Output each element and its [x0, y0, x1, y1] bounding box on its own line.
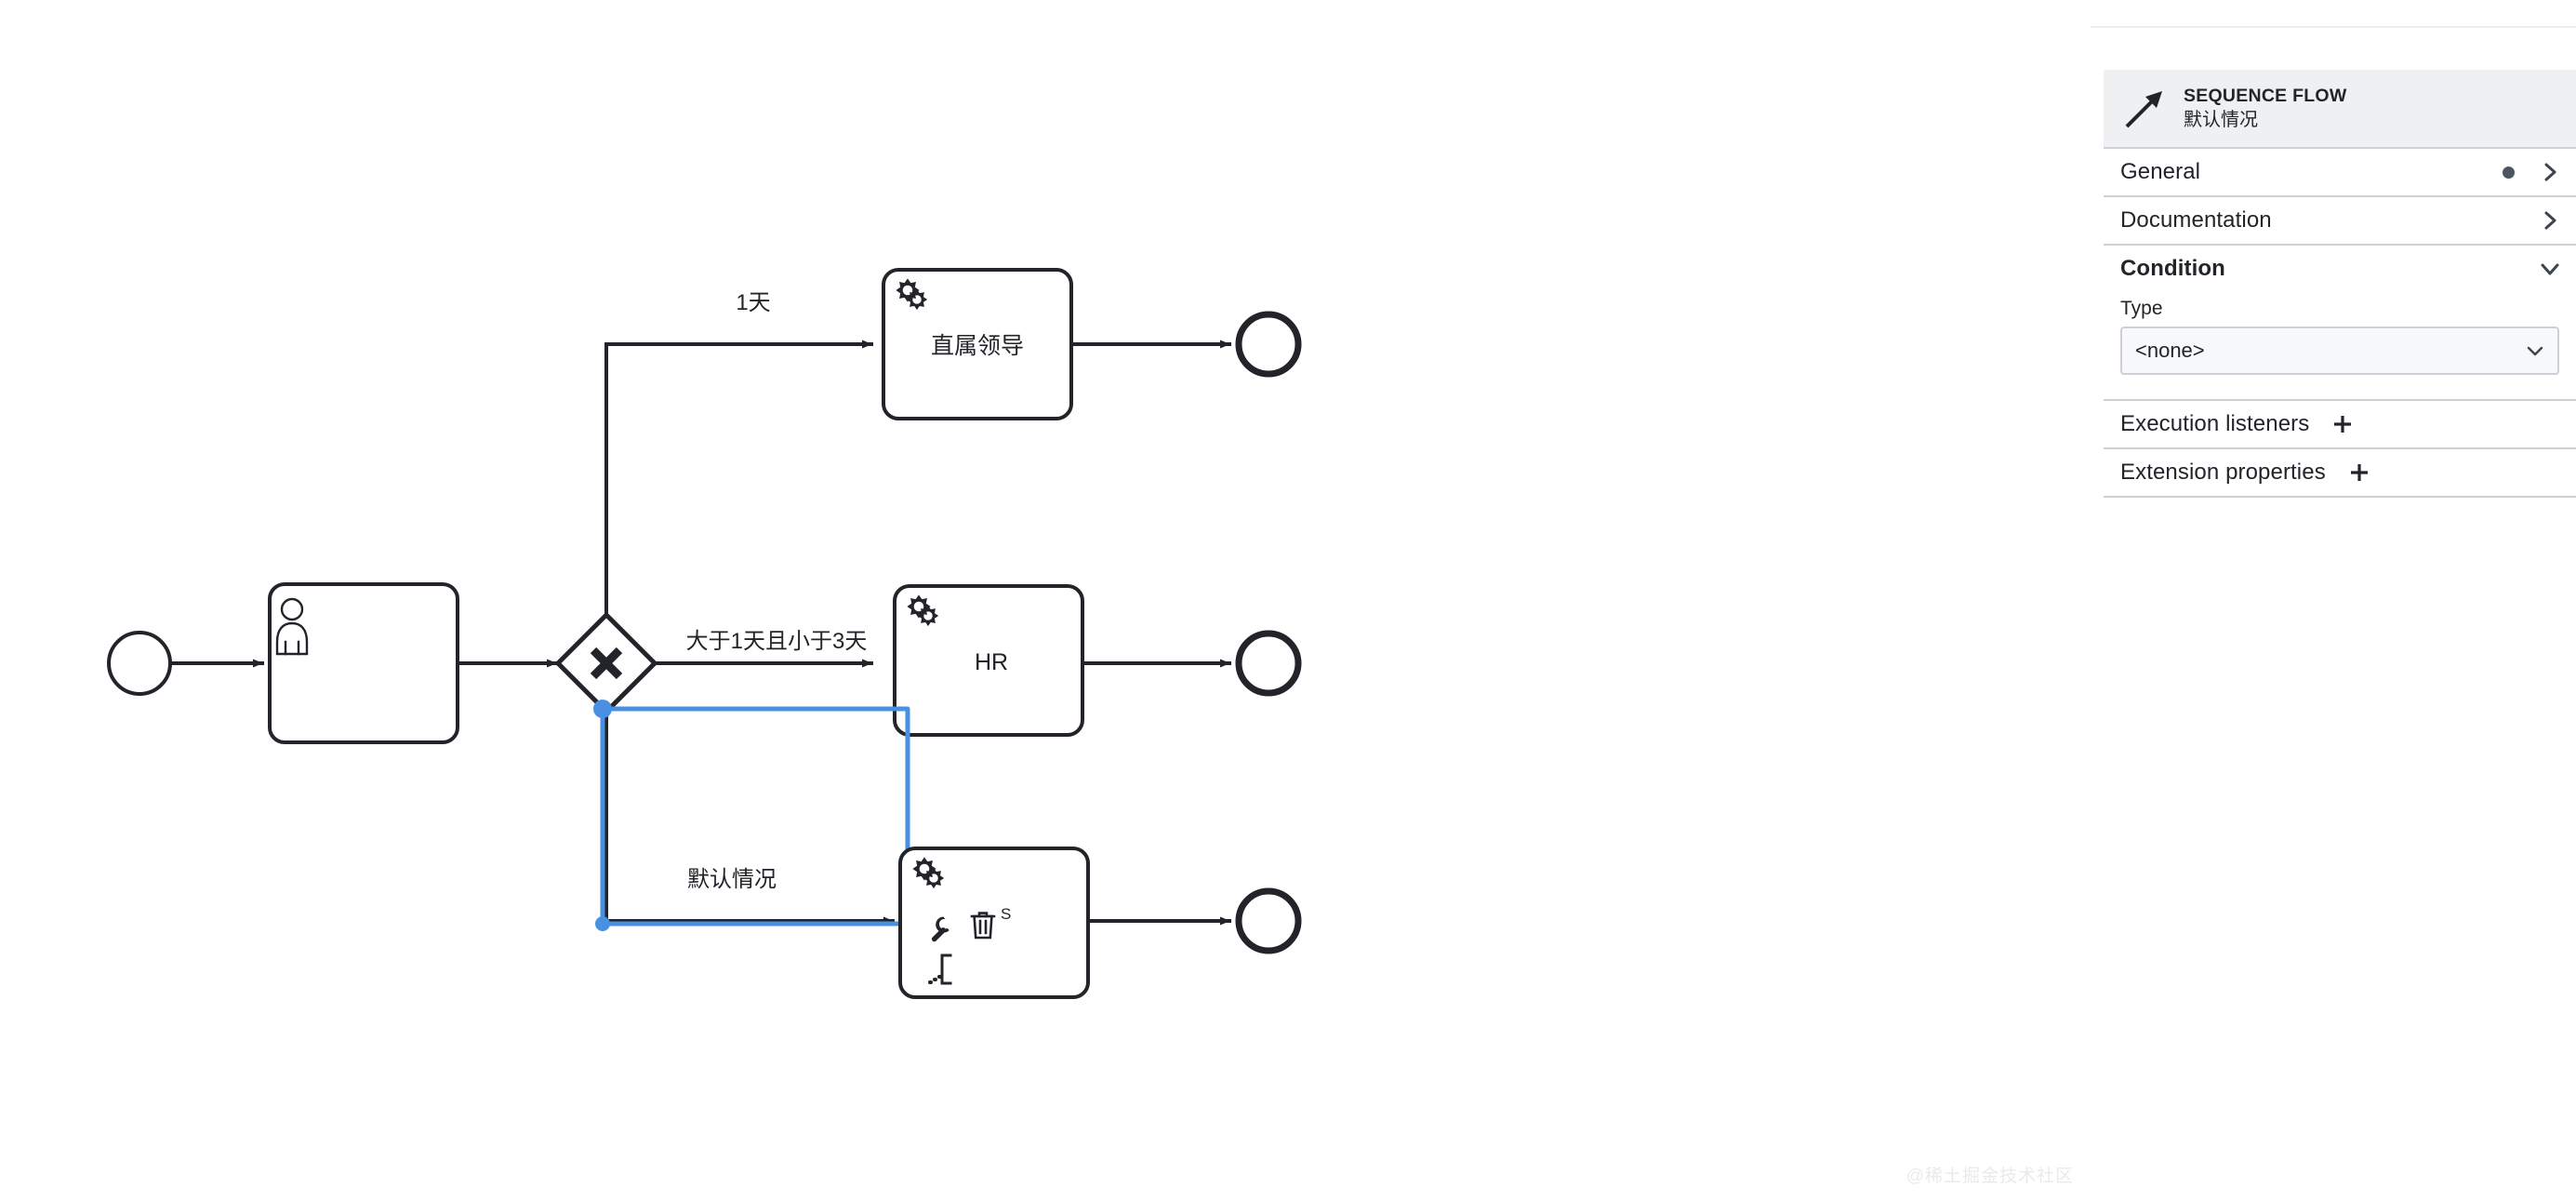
add-extension-property-button[interactable] [2348, 461, 2370, 484]
flow-label-top: 1天 [736, 290, 770, 315]
end-event-top [1235, 311, 1302, 378]
end-event-bottom [1235, 887, 1302, 954]
chevron-right-icon [2541, 211, 2559, 230]
panel-group-general[interactable]: General [2104, 147, 2576, 195]
condition-type-value: <none> [2135, 339, 2205, 362]
condition-type-select-wrap[interactable]: <none> [2120, 327, 2559, 375]
panel-group-extension-properties-label: Extension properties [2120, 460, 2326, 485]
panel-group-execution-listeners-label: Execution listeners [2120, 411, 2310, 436]
end-event-mid [1235, 630, 1302, 697]
selection-handle-bottom-left [595, 916, 610, 931]
flow-label-bottom: 默认情况 [687, 867, 777, 892]
panel-group-extension-properties[interactable]: Extension properties [2104, 447, 2576, 496]
context-pad-trash-badge: S [1001, 905, 1011, 923]
panel-group-documentation[interactable]: Documentation [2104, 195, 2576, 244]
flow-top [604, 340, 873, 617]
panel-group-general-label: General [2120, 159, 2201, 184]
panel-group-condition-label: Condition [2120, 256, 2225, 281]
panel-group-condition[interactable]: Condition [2104, 244, 2576, 292]
flow-label-middle: 大于1天且小于3天 [686, 629, 868, 654]
general-dot-marker [2503, 166, 2515, 179]
condition-type-select[interactable]: <none> [2120, 327, 2559, 375]
condition-type-label: Type [2120, 298, 2163, 319]
task-label-hr: HR [975, 649, 1008, 675]
chevron-right-icon [2541, 163, 2559, 181]
properties-panel: SEQUENCE FLOW 默认情况 General Documentation [2091, 0, 2576, 1200]
task-label-direct-leader: 直属领导 [931, 333, 1024, 359]
chevron-down-icon [2526, 341, 2544, 360]
sequence-flow-icon [2120, 85, 2169, 133]
panel-group-documentation-label: Documentation [2120, 207, 2272, 233]
panel-element-type: SEQUENCE FLOW [2184, 85, 2347, 106]
panel-element-name: 默认情况 [2184, 109, 2258, 130]
bpmn-canvas[interactable]: 1天 直属领导 大于1天且小于3天 HR 默认情况 S @稀土掘金技术社区 [0, 0, 2091, 1200]
panel-header: SEQUENCE FLOW 默认情况 [2104, 70, 2576, 147]
condition-group-body: Type <none> [2104, 292, 2576, 399]
selection-handle-start [593, 700, 612, 718]
user-icon [275, 597, 309, 656]
watermark: @稀土掘金技术社区 [1905, 1167, 2074, 1186]
task-bottom [898, 847, 1090, 999]
panel-bottom-divider [2104, 496, 2576, 498]
chevron-down-icon [2541, 260, 2559, 278]
panel-group-execution-listeners[interactable]: Execution listeners [2104, 399, 2576, 447]
panel-top-divider [2091, 26, 2576, 28]
add-execution-listener-button[interactable] [2331, 413, 2354, 435]
start-event [107, 631, 172, 696]
